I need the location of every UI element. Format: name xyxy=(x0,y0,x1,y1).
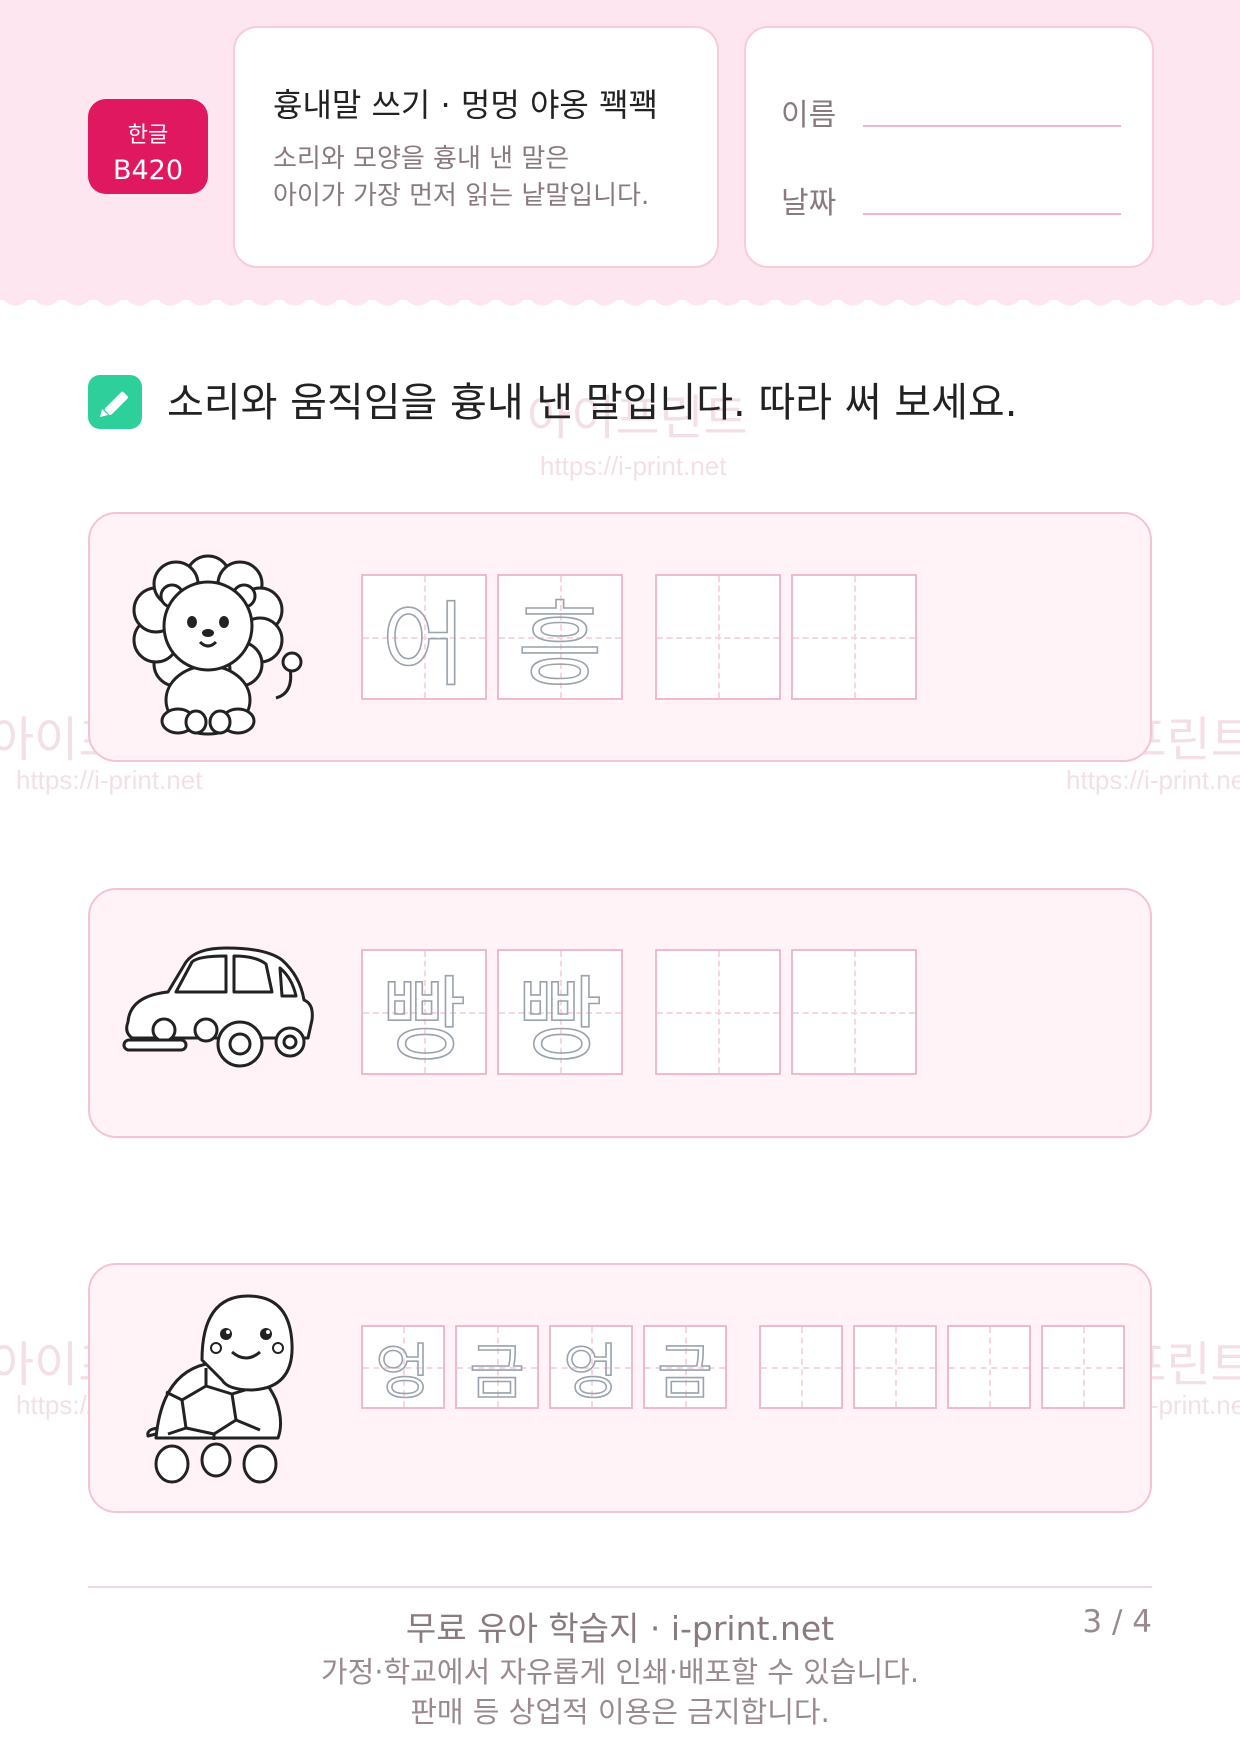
trace-box[interactable]: 엉 xyxy=(361,1325,445,1409)
writing-box[interactable] xyxy=(791,949,917,1075)
writing-box[interactable] xyxy=(791,574,917,700)
trace-letter: 흥 xyxy=(517,591,603,699)
lion-icon xyxy=(132,554,303,736)
trace-box[interactable]: 금 xyxy=(455,1325,539,1409)
scallop-edge xyxy=(0,280,1240,306)
writing-box[interactable] xyxy=(947,1325,1031,1409)
trace-letter: 엉 xyxy=(375,1337,432,1408)
name-field[interactable] xyxy=(863,125,1121,127)
trace-letter: 금 xyxy=(469,1337,526,1408)
page-number: 3 / 4 xyxy=(1082,1604,1152,1640)
subtitle-line: 아이가 가장 먼저 읽는 낱말입니다. xyxy=(273,181,650,211)
footer-notice: 판매 등 상업적 이용은 금지합니다. xyxy=(410,1695,830,1729)
trace-box[interactable]: 빵 xyxy=(497,949,623,1075)
trace-box[interactable]: 어 xyxy=(361,574,487,700)
date-label: 날짜 xyxy=(781,186,837,221)
badge-code: B420 xyxy=(112,155,184,186)
footer-notice: 가정·학교에서 자유롭게 인쇄·배포할 수 있습니다. xyxy=(320,1655,920,1689)
turtle-icon xyxy=(146,1294,294,1484)
watermark-url: https://i-print.net xyxy=(540,451,727,481)
trace-letter: 빵 xyxy=(517,966,603,1074)
trace-box[interactable]: 금 xyxy=(643,1325,727,1409)
writing-box[interactable] xyxy=(759,1325,843,1409)
worksheet-subtitle: 소리와 모양을 흉내 낸 말은 아이가 가장 먼저 읽는 낱말입니다. xyxy=(273,141,649,215)
watermark-url: https://i-print.net xyxy=(1066,765,1240,795)
watermark-url: https://i-print.net xyxy=(16,765,203,795)
trace-letter: 금 xyxy=(657,1337,714,1408)
title-card: 흉내말 쓰기 · 멍멍 야옹 꽥꽥 소리와 모양을 흉내 낸 말은 아이가 가장… xyxy=(233,26,719,268)
footer-divider xyxy=(88,1586,1152,1588)
trace-letter: 빵 xyxy=(381,966,467,1074)
writing-box[interactable] xyxy=(655,574,781,700)
trace-box[interactable]: 엉 xyxy=(549,1325,633,1409)
trace-box[interactable]: 흥 xyxy=(497,574,623,700)
name-date-card: 이름 날짜 xyxy=(744,26,1154,268)
subtitle-line: 소리와 모양을 흉내 낸 말은 xyxy=(273,144,570,174)
trace-letter: 엉 xyxy=(563,1337,620,1408)
name-label: 이름 xyxy=(781,98,837,133)
writing-box[interactable] xyxy=(655,949,781,1075)
trace-box[interactable]: 빵 xyxy=(361,949,487,1075)
worksheet-title: 흉내말 쓰기 · 멍멍 야옹 꽥꽥 xyxy=(273,86,658,124)
instruction-text: 소리와 움직임을 흉내 낸 말입니다. 따라 써 보세요. xyxy=(167,380,1018,426)
badge-subject: 한글 xyxy=(127,123,169,148)
writing-box[interactable] xyxy=(853,1325,937,1409)
date-field[interactable] xyxy=(863,213,1121,215)
level-badge: 한글 B420 xyxy=(88,99,208,194)
trace-letter: 어 xyxy=(381,591,467,699)
writing-box[interactable] xyxy=(1041,1325,1125,1409)
pencil-icon xyxy=(88,375,142,429)
car-icon xyxy=(122,946,314,1068)
footer-site: 무료 유아 학습지 · i-print.net xyxy=(405,1609,835,1648)
